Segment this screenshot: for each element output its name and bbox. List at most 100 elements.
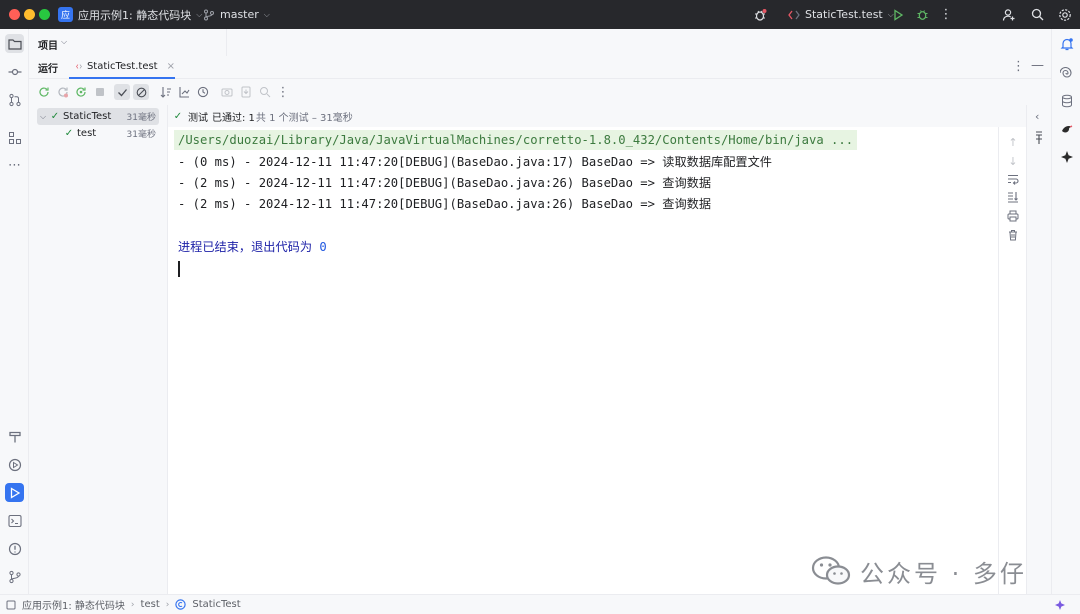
plugin-secondary-button[interactable] [1057,147,1076,166]
tree-item-label: test [77,128,97,139]
sort-by-duration-button[interactable] [176,84,192,100]
run-tool-window-header: 运行 StaticTest.test × ⋮ — [29,56,1051,79]
run-configuration-selector[interactable]: StaticTest.test ⌵ [788,5,894,24]
run-toolbar: ⋮ [29,79,1051,105]
project-tool-button[interactable] [5,34,24,53]
search-button[interactable] [1027,4,1047,25]
project-name: 应用示例1: 静态代码块 [78,8,192,22]
debug-button[interactable] [912,4,932,25]
close-icon[interactable]: × [167,61,175,72]
chevron-down-icon[interactable]: ⌵ [37,112,49,122]
more-toolbar-icon[interactable]: ⋮ [275,84,291,100]
play-icon [894,8,904,21]
side-panel-icon[interactable] [1034,131,1044,145]
console-actions: ↑ ↓ [998,127,1026,594]
pull-requests-tool-button[interactable] [5,90,24,109]
exit-code: 0 [319,240,327,254]
services-icon [8,458,21,471]
stop-button[interactable] [92,84,108,100]
minimize-icon[interactable]: — [1031,58,1044,73]
project-badge: 应 [58,7,73,22]
tree-item-statictest[interactable]: ⌵ ✓ StaticTest 31毫秒 [37,108,159,125]
debug-icon [917,10,927,20]
structure-tool-button[interactable] [5,128,24,147]
soft-wrap-button[interactable] [1005,171,1021,187]
export-tests-button[interactable] [257,84,273,100]
more-options-icon[interactable]: ⋮ [1012,59,1025,74]
show-ignored-toggle[interactable] [133,84,149,100]
scroll-to-end-button[interactable] [1005,189,1021,205]
tree-item-test[interactable]: ✓ test 31毫秒 [37,125,159,142]
watermark: 公众号 · 多仔 [810,553,1027,589]
test-history-button[interactable] [195,84,211,100]
breadcrumb-folder[interactable]: test [141,599,160,610]
notifications-button[interactable] [1057,34,1076,53]
plugin-tool-button[interactable] [1057,119,1076,138]
breadcrumb-project[interactable]: 应用示例1: 静态代码块 [22,597,125,612]
arrow-down-icon[interactable]: ↓ [1005,153,1021,169]
sort-alphabetically-button[interactable] [158,84,174,100]
sparkle-icon [1060,150,1073,163]
terminal-tool-button[interactable] [5,511,24,530]
ignored-icon [136,87,146,97]
tab-statictest[interactable]: StaticTest.test × [69,56,175,79]
bird-icon [1061,124,1072,132]
settings-button[interactable] [1055,4,1075,25]
tree-item-label: StaticTest [63,111,112,122]
clear-console-button[interactable] [1005,227,1021,243]
show-passed-toggle[interactable] [114,84,130,100]
services-tool-button[interactable] [5,455,24,474]
breadcrumb-class[interactable]: StaticTest [192,599,240,610]
check-icon [117,88,127,96]
zoom-window-button[interactable] [39,9,50,20]
chevron-down-icon[interactable]: ⌵ [61,37,67,47]
printer-icon [1007,210,1019,222]
ai-status-icon[interactable] [1054,599,1066,611]
project-switcher[interactable]: 应 应用示例1: 静态代码块 ⌵ [58,5,202,24]
rerun-icon [39,87,49,97]
person-add-icon [1002,8,1015,21]
run-button[interactable] [888,4,908,25]
database-button[interactable] [1057,91,1076,110]
more-actions-icon[interactable]: ⋮ [937,4,955,25]
build-tool-button[interactable] [5,427,24,446]
hammer-icon [8,431,21,442]
problems-tool-button[interactable] [5,539,24,558]
sort-icon [160,87,171,98]
scroll-end-icon [1008,192,1018,203]
rerun-failed-button[interactable] [55,84,71,100]
console-line: - (2 ms) - 2024-12-11 11:47:20[DEBUG](Ba… [178,176,712,190]
collapsed-side-panel: ‹ [1026,105,1051,594]
console-output[interactable]: /Users/duozai/Library/Java/JavaVirtualMa… [168,127,998,594]
project-panel-label[interactable]: 项目 [38,37,58,52]
terminal-icon [7,514,22,527]
print-button[interactable] [1005,208,1021,224]
more-tools-icon[interactable]: ⋯ [5,156,24,175]
rerun-button[interactable] [36,84,52,100]
git-tool-button[interactable] [5,567,24,586]
import-tests-button[interactable] [238,84,254,100]
add-account-button[interactable] [999,4,1019,25]
vcs-branch-switcher[interactable]: master ⌵ [203,5,270,24]
arrow-up-icon[interactable]: ↑ [1005,134,1021,150]
run-config-name: StaticTest.test [805,8,883,21]
commit-tool-button[interactable] [5,62,24,81]
status-summary: 共 1 个测试 – 31毫秒 [255,112,353,124]
run-tool-button[interactable] [5,483,24,502]
screenshot-button[interactable] [219,84,235,100]
tree-item-time: 31毫秒 [126,113,156,123]
wechat-icon [811,556,851,585]
check-icon: ✓ [50,111,60,122]
close-window-button[interactable] [9,9,20,20]
ai-assistant-button[interactable] [1057,63,1076,82]
structure-icon [8,131,21,144]
auto-rerun-icon [76,87,86,97]
chevron-left-icon[interactable]: ‹ [1035,110,1039,123]
spiral-icon [1059,66,1072,78]
debug-bug-button[interactable] [750,4,770,25]
console-line: - (2 ms) - 2024-12-11 11:47:20[DEBUG](Ba… [178,197,712,211]
toggle-auto-test-button[interactable] [73,84,89,100]
console-exit-line: 进程已结束，退出代码为 0 [178,237,327,257]
console-command-line[interactable]: /Users/duozai/Library/Java/JavaVirtualMa… [174,130,858,150]
minimize-window-button[interactable] [24,9,35,20]
